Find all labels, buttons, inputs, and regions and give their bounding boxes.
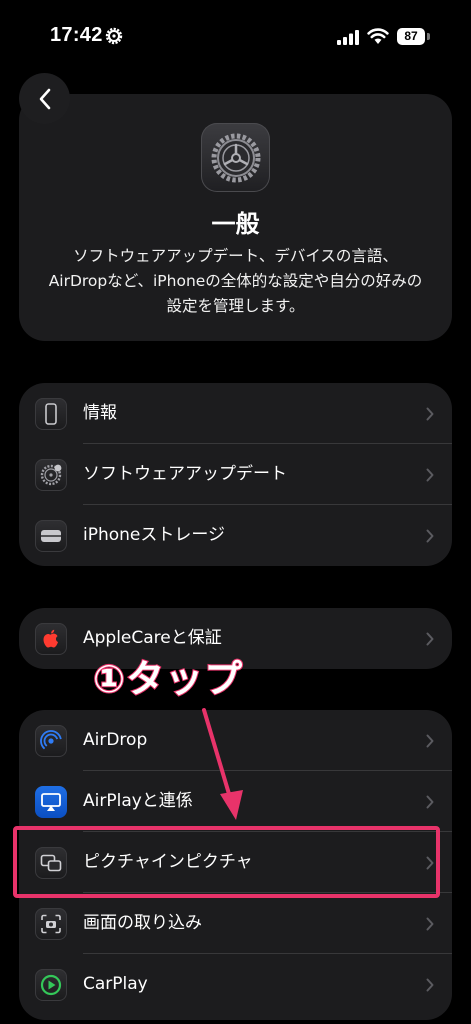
storage-icon: [35, 520, 67, 552]
chevron-right-icon: [426, 917, 434, 931]
wifi-icon: [367, 28, 389, 44]
battery-tip: [427, 33, 430, 40]
annotation-highlight-box: [13, 826, 440, 898]
chevron-right-icon: [426, 795, 434, 809]
gear-icon: [105, 27, 123, 45]
chevron-right-icon: [426, 407, 434, 421]
airplay-icon: [35, 786, 67, 818]
settings-general-screen: 17:42 87 一般 ソフトウェアアップデート、デバイスの言語、AirDrop…: [0, 0, 471, 1024]
row-software-update[interactable]: ソフトウェアアップデート: [19, 444, 452, 505]
page-description: ソフトウェアアップデート、デバイスの言語、AirDropなど、iPhoneの全体…: [48, 247, 423, 315]
row-screen-capture[interactable]: 画面の取り込み: [19, 893, 452, 954]
row-label: 情報: [83, 403, 117, 423]
status-bar: 17:42 87: [0, 0, 471, 78]
gear-badge-icon: [35, 459, 67, 491]
chevron-right-icon: [426, 632, 434, 646]
annotation-arrow-icon: [202, 708, 243, 820]
row-label: iPhoneストレージ: [83, 525, 226, 545]
row-label: 画面の取り込み: [83, 913, 202, 933]
cellular-signal-icon: [337, 30, 359, 45]
apple-icon: [35, 623, 67, 655]
chevron-right-icon: [426, 468, 434, 482]
chevron-right-icon: [426, 734, 434, 748]
page-title: 一般: [211, 210, 260, 238]
screen-capture-icon: [35, 908, 67, 940]
settings-group-device: 情報 ソフトウェアアップデート iPhoneストレージ: [19, 383, 452, 566]
row-carplay[interactable]: CarPlay: [19, 954, 452, 1015]
row-about[interactable]: 情報: [19, 383, 452, 444]
airdrop-icon: [35, 725, 67, 757]
chevron-right-icon: [426, 978, 434, 992]
row-label: ソフトウェアアップデート: [83, 464, 287, 484]
status-time: 17:42: [50, 24, 103, 46]
row-label: AirDrop: [83, 730, 148, 750]
row-label: CarPlay: [83, 974, 148, 994]
carplay-icon: [35, 969, 67, 1001]
annotation-tap-label: ①タップ: [92, 656, 244, 702]
settings-gear-icon: [201, 123, 270, 192]
row-label: AirPlayと連係: [83, 791, 193, 811]
phone-icon: [35, 398, 67, 430]
chevron-left-icon: [39, 88, 50, 109]
battery-indicator: 87: [397, 28, 425, 45]
back-button[interactable]: [19, 73, 70, 124]
row-iphone-storage[interactable]: iPhoneストレージ: [19, 505, 452, 566]
chevron-right-icon: [426, 529, 434, 543]
